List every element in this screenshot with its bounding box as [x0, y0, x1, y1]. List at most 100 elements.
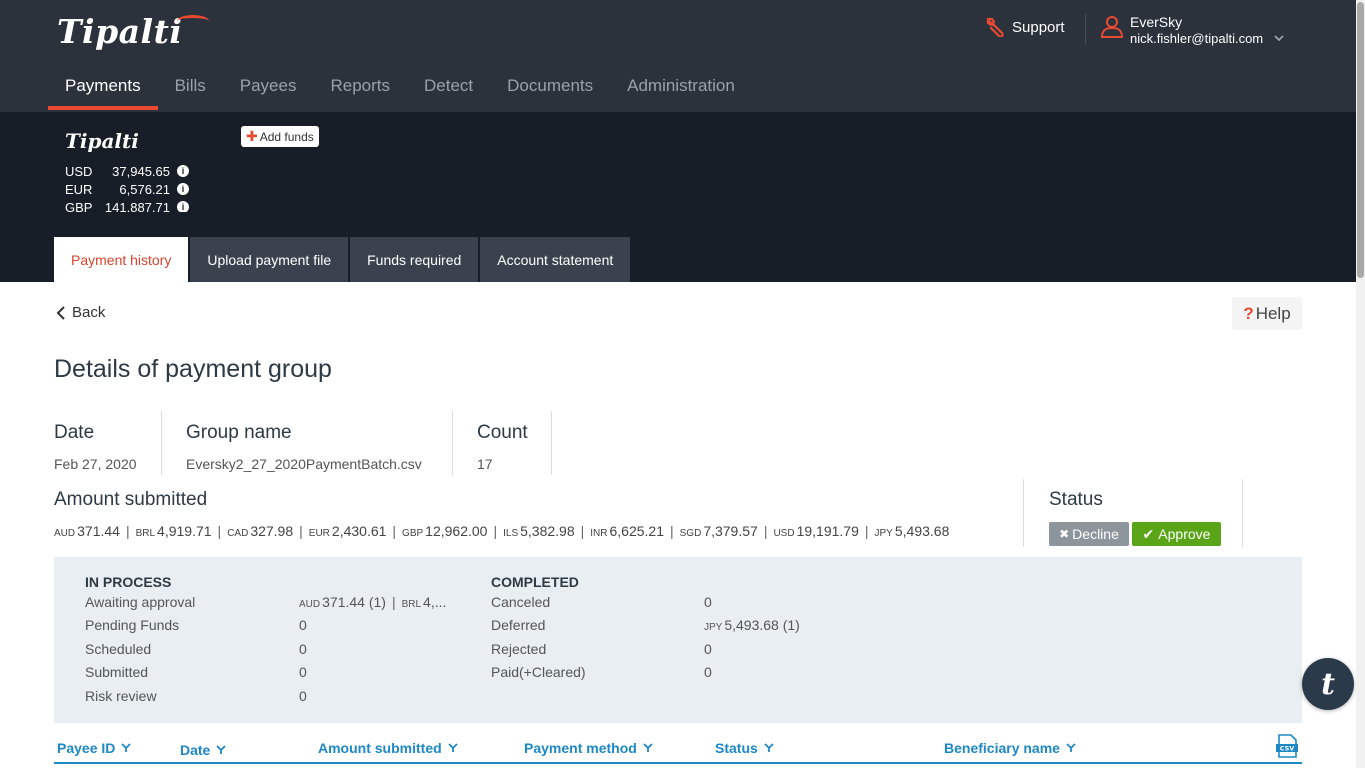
user-email: nick.fishler@tipalti.com: [1130, 31, 1264, 46]
csv-export-icon[interactable]: CSV: [1274, 733, 1300, 764]
nav-reports[interactable]: Reports: [313, 66, 407, 110]
decline-button[interactable]: ✖ Decline: [1049, 522, 1129, 546]
amount-item: BRL 4,919.71: [136, 523, 212, 539]
amount-currency: GBP: [402, 528, 424, 539]
filter-icon[interactable]: [121, 743, 132, 753]
column-status[interactable]: Status: [715, 740, 774, 756]
amount-value: 4,919.71: [157, 523, 212, 539]
amount-value: 5,493.68: [894, 523, 950, 539]
column-date[interactable]: Date: [180, 742, 226, 758]
in-process-heading: IN PROCESS: [85, 574, 172, 590]
amount-currency: AUD: [54, 528, 76, 539]
amount-item: CAD 327.98: [227, 523, 293, 539]
tab-upload-payment-file[interactable]: Upload payment file: [190, 237, 349, 282]
amount-value: 5,493.68 (1): [724, 617, 800, 633]
header-divider: [1085, 14, 1086, 44]
summary-value: 0: [299, 688, 307, 704]
deferred-value[interactable]: JPY 5,493.68 (1): [704, 617, 800, 633]
user-icon: [1100, 16, 1124, 47]
amount-value: 19,191.79: [796, 523, 859, 539]
amount-currency: ILS: [503, 528, 519, 539]
column-label: Payee ID: [57, 740, 116, 756]
completed-heading: COMPLETED: [491, 574, 579, 590]
amount-value: 2,430.61: [331, 523, 387, 539]
amount-currency: INR: [590, 528, 608, 539]
filter-icon[interactable]: [1066, 743, 1076, 753]
payments-table-header: Payee ID Date Amount submitted Payment m…: [54, 733, 1302, 764]
info-icon[interactable]: i: [177, 201, 189, 212]
amount-item: AUD 371.44: [54, 523, 120, 539]
summary-label: Risk review: [85, 688, 157, 704]
group-name-label: Group name: [186, 422, 292, 443]
funds-logo: Tipalti: [65, 129, 139, 153]
approve-button[interactable]: ✔ Approve: [1132, 522, 1221, 546]
amount-currency: BRL: [401, 599, 422, 610]
info-icon[interactable]: i: [177, 165, 189, 177]
nav-bills[interactable]: Bills: [158, 66, 223, 110]
nav-payees[interactable]: Payees: [223, 66, 314, 110]
help-button[interactable]: ? Help: [1232, 297, 1302, 330]
chevron-down-icon[interactable]: [1273, 34, 1285, 42]
summary-value: 0: [704, 641, 712, 657]
top-navigation-bar: Tipalti Payments Bills Payees Reports De…: [0, 0, 1356, 112]
tab-funds-required[interactable]: Funds required: [350, 237, 479, 282]
amount-item: JPY 5,493.68: [875, 523, 950, 539]
filter-icon[interactable]: [643, 743, 653, 753]
amount-item: SGD 7,379.57: [680, 523, 758, 539]
summary-value: 0: [299, 664, 307, 680]
awaiting-approval-value[interactable]: AUD 371.44 (1) | BRL 4,...: [299, 594, 454, 610]
user-menu[interactable]: EverSky nick.fishler@tipalti.com: [1100, 14, 1285, 47]
nav-documents[interactable]: Documents: [490, 66, 610, 110]
summary-value: 0: [299, 617, 307, 633]
date-field: Date Feb 27, 2020: [54, 411, 137, 475]
column-payee-id[interactable]: Payee ID: [57, 740, 132, 756]
main-nav: Payments Bills Payees Reports Detect Doc…: [48, 66, 752, 110]
tab-account-statement[interactable]: Account statement: [480, 237, 631, 282]
nav-administration[interactable]: Administration: [610, 66, 752, 110]
tab-payment-history[interactable]: Payment history: [54, 237, 189, 282]
back-link[interactable]: Back: [56, 304, 105, 321]
chat-launcher-button[interactable]: t: [1302, 658, 1354, 710]
filter-icon[interactable]: [448, 743, 458, 753]
amount-currency: JPY: [704, 622, 723, 633]
payment-summary-panel: IN PROCESS Awaiting approval AUD 371.44 (…: [54, 557, 1302, 723]
column-beneficiary-name[interactable]: Beneficiary name: [944, 740, 1076, 756]
funds-panel: Tipalti ✚ Add funds USD 37,945.65 i EUR 6,57…: [0, 112, 1356, 282]
info-icon[interactable]: i: [177, 183, 189, 195]
nav-detect[interactable]: Detect: [407, 66, 490, 110]
approve-label: Approve: [1158, 526, 1211, 542]
balance-list[interactable]: USD 37,945.65 i EUR 6,576.21 i GBP 141,887.71…: [65, 162, 205, 212]
page-scrollbar[interactable]: [1356, 0, 1365, 768]
summary-label: Pending Funds: [85, 617, 180, 633]
column-payment-method[interactable]: Payment method: [524, 740, 653, 756]
summary-label: Awaiting approval: [85, 594, 196, 610]
balance-currency: GBP: [65, 199, 93, 213]
amount-currency: JPY: [874, 528, 893, 539]
status-panel: Status ✖ Decline ✔ Approve: [1023, 479, 1243, 547]
csv-label: CSV: [1280, 745, 1295, 753]
amount-value: 6,625.21: [609, 523, 665, 539]
support-link[interactable]: Support: [986, 17, 1065, 37]
filter-icon[interactable]: [216, 745, 226, 755]
amount-value: 7,379.57: [703, 523, 758, 539]
tipalti-logo[interactable]: Tipalti: [57, 12, 209, 51]
nav-payments[interactable]: Payments: [48, 66, 158, 110]
balance-currency: EUR: [65, 181, 93, 197]
summary-label: Deferred: [491, 617, 546, 633]
column-label: Amount submitted: [318, 740, 442, 756]
amount-value: 327.98: [250, 523, 294, 539]
column-amount-submitted[interactable]: Amount submitted: [318, 740, 458, 756]
summary-value: 0: [704, 664, 712, 680]
decline-label: Decline: [1072, 526, 1119, 542]
balance-row: EUR 6,576.21 i: [65, 180, 205, 198]
column-label: Beneficiary name: [944, 740, 1060, 756]
summary-label: Submitted: [85, 664, 149, 680]
meta-divider: [452, 411, 453, 475]
wrench-icon: [986, 17, 1004, 37]
balance-amount: 6,576.21: [119, 181, 170, 197]
amount-item: EUR 2,430.61: [309, 523, 387, 539]
amount-item: USD 19,191.79: [773, 523, 858, 539]
scrollbar-thumb[interactable]: [1357, 2, 1364, 278]
filter-icon[interactable]: [764, 743, 774, 753]
add-funds-button[interactable]: ✚ Add funds: [241, 126, 319, 147]
